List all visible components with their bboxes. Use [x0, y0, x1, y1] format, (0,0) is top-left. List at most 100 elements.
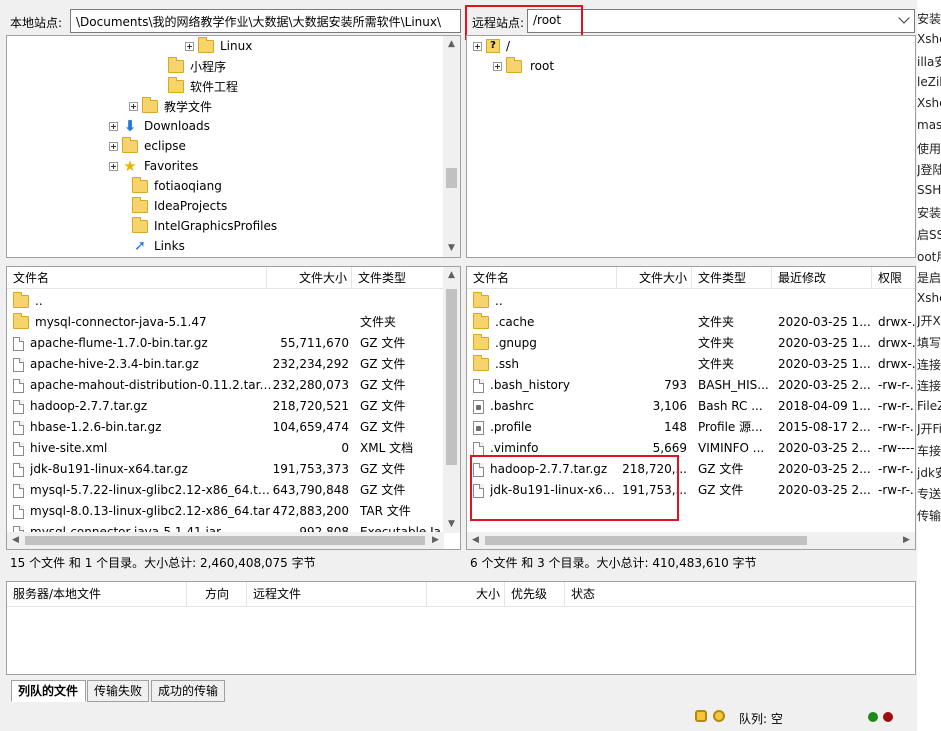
file-modified: 2020-03-25 2... — [778, 378, 870, 392]
remote-file-row[interactable]: .. — [467, 291, 915, 312]
queue-column-remote-file[interactable]: 远程文件 — [247, 582, 427, 607]
file-type: GZ 文件 — [360, 399, 406, 413]
local-tree-item[interactable]: Linux — [185, 36, 252, 56]
local-tree-item[interactable]: ➚ Links — [119, 236, 185, 256]
scroll-up-icon[interactable]: ▲ — [443, 267, 460, 284]
transfer-queue[interactable]: 服务器/本地文件 方向 远程文件 大小 优先级 状态 — [6, 581, 916, 675]
local-file-list[interactable]: 文件名 文件大小 文件类型 .. mysql-connector-java-5.1… — [6, 266, 461, 550]
queue-column-priority[interactable]: 优先级 — [505, 582, 565, 607]
local-tree-item[interactable]: ★ Favorites — [109, 156, 198, 176]
file-size — [617, 354, 687, 375]
scroll-left-icon[interactable]: ◀ — [467, 532, 484, 549]
local-file-row[interactable]: .. — [7, 291, 460, 312]
column-header-name[interactable]: 文件名 — [7, 267, 267, 289]
local-file-row[interactable]: hive-site.xml 0 XML 文档 — [7, 438, 460, 459]
remote-path-input[interactable]: /root — [527, 9, 915, 33]
local-file-row[interactable]: apache-flume-1.7.0-bin.tar.gz 55,711,670 G… — [7, 333, 460, 354]
local-tree-item[interactable]: 小程序 — [155, 56, 226, 76]
expand-icon[interactable] — [129, 101, 138, 111]
file-size — [267, 291, 349, 312]
local-tree-item[interactable]: IntelGraphicsProfiles — [119, 216, 277, 236]
local-tree-item[interactable]: 软件工程 — [155, 76, 238, 96]
background-text-fragment: mast — [917, 118, 941, 132]
remote-tree-pane[interactable]: ? / root — [466, 35, 916, 258]
remote-tree-item-root[interactable]: root — [493, 56, 554, 76]
file-size: 793 — [664, 378, 687, 392]
uploaded-files-highlight — [470, 455, 679, 521]
tree-label: 教学文件 — [164, 99, 213, 114]
tab-failed-transfers[interactable]: 传输失败 — [87, 680, 149, 702]
remote-list-hscrollbar[interactable]: ◀ ▶ — [467, 532, 915, 549]
scroll-right-icon[interactable]: ▶ — [427, 532, 444, 549]
scroll-thumb[interactable] — [446, 289, 457, 465]
local-file-row[interactable]: mysql-connector-java-5.1.47 文件夹 — [7, 312, 460, 333]
file-type: GZ 文件 — [698, 462, 744, 476]
local-file-row[interactable]: hadoop-2.7.7.tar.gz 218,720,521 GZ 文件 — [7, 396, 460, 417]
queue-column-size[interactable]: 大小 — [427, 582, 505, 607]
scroll-down-icon[interactable]: ▼ — [443, 240, 460, 257]
local-tree-item[interactable]: IdeaProjects — [119, 196, 227, 216]
remote-file-row[interactable]: .cache 文件夹 2020-03-25 1... drwx-... — [467, 312, 915, 333]
remote-tree-root[interactable]: ? / — [473, 36, 510, 56]
remote-file-row[interactable]: .gnupg 文件夹 2020-03-25 1... drwx-... — [467, 333, 915, 354]
local-path-input[interactable]: \Documents\我的网络教学作业\大数据\大数据安装所需软件\Linux\ — [70, 9, 461, 33]
local-file-row[interactable]: apache-hive-2.3.4-bin.tar.gz 232,234,292 G… — [7, 354, 460, 375]
collapse-icon[interactable] — [473, 41, 482, 51]
folder-icon — [13, 292, 29, 308]
expand-icon[interactable] — [109, 121, 118, 131]
local-tree-pane[interactable]: Linux 小程序 软件工程教学文件 ⬇ Downloads eclipse ★ Favori… — [6, 35, 461, 258]
local-file-row[interactable]: hbase-1.2.6-bin.tar.gz 104,659,474 GZ 文件 — [7, 417, 460, 438]
file-type: GZ 文件 — [360, 483, 406, 497]
folder-icon — [168, 76, 184, 93]
scroll-down-icon[interactable]: ▼ — [443, 516, 460, 533]
column-header-name[interactable]: 文件名 — [467, 267, 617, 289]
local-file-row[interactable]: jdk-8u191-linux-x64.tar.gz 191,753,373 GZ … — [7, 459, 460, 480]
scroll-thumb[interactable] — [25, 536, 425, 545]
queue-column-local-file[interactable]: 服务器/本地文件 — [7, 582, 187, 607]
tab-successful-transfers[interactable]: 成功的传输 — [151, 680, 225, 702]
file-permissions: -rw-r-... — [878, 462, 915, 476]
queue-column-direction[interactable]: 方向 — [187, 582, 247, 607]
file-type: Profile 源... — [698, 420, 763, 434]
scroll-left-icon[interactable]: ◀ — [7, 532, 24, 549]
column-header-permissions[interactable]: 权限 — [872, 267, 915, 289]
scroll-up-icon[interactable]: ▲ — [443, 36, 460, 53]
expand-icon[interactable] — [185, 41, 194, 51]
file-icon — [13, 336, 24, 351]
remote-file-row[interactable]: .bashrc 3,106 Bash RC ... 2018-04-09 1... -r… — [467, 396, 915, 417]
local-list-scrollbar[interactable]: ▲ ▼ — [443, 267, 460, 533]
remote-file-row[interactable]: .bash_history 793 BASH_HIS... 2020-03-25 2.… — [467, 375, 915, 396]
expand-icon[interactable] — [109, 141, 118, 151]
scroll-thumb[interactable] — [485, 536, 807, 545]
column-header-type[interactable]: 文件类型 — [692, 267, 772, 289]
file-type: 文件夹 — [698, 336, 735, 350]
file-type: GZ 文件 — [698, 483, 744, 497]
file-size: 232,234,292 — [272, 357, 349, 371]
file-icon — [13, 357, 24, 372]
remote-file-list[interactable]: 文件名 文件大小 文件类型 最近修改 权限 .. .cache 文件夹 2020-03… — [466, 266, 916, 550]
column-header-modified[interactable]: 最近修改 — [772, 267, 872, 289]
local-tree-item[interactable]: eclipse — [109, 136, 186, 156]
local-tree-item[interactable]: fotiaoqiang — [119, 176, 222, 196]
expand-icon[interactable] — [493, 61, 502, 71]
file-type: BASH_HIS... — [698, 378, 769, 392]
remote-file-row[interactable]: .ssh 文件夹 2020-03-25 1... drwx-... — [467, 354, 915, 375]
remote-file-row[interactable]: .profile 148 Profile 源... 2015-08-17 2... -r… — [467, 417, 915, 438]
local-tree-item[interactable]: 教学文件 — [129, 96, 212, 116]
column-header-size[interactable]: 文件大小 — [617, 267, 692, 289]
expand-icon[interactable] — [109, 161, 118, 171]
scroll-right-icon[interactable]: ▶ — [898, 532, 915, 549]
folder-icon — [473, 313, 489, 329]
local-file-row[interactable]: mysql-8.0.13-linux-glibc2.12-x86_64.tar 4… — [7, 501, 460, 522]
file-name: .profile — [490, 420, 532, 434]
queue-column-status[interactable]: 状态 — [565, 582, 915, 607]
local-tree-item[interactable]: ⬇ Downloads — [109, 116, 210, 136]
tab-queued-files[interactable]: 列队的文件 — [11, 680, 86, 702]
column-header-size[interactable]: 文件大小 — [267, 267, 352, 289]
local-file-row[interactable]: apache-mahout-distribution-0.11.2.tar.gz… — [7, 375, 460, 396]
local-file-row[interactable]: mysql-5.7.22-linux-glibc2.12-x86_64.tar.… — [7, 480, 460, 501]
scroll-thumb[interactable] — [446, 168, 457, 188]
link-arrow-icon: ➚ — [134, 238, 146, 254]
local-list-hscrollbar[interactable]: ◀ ▶ — [7, 532, 444, 549]
local-tree-scrollbar[interactable]: ▲ ▼ — [443, 36, 460, 257]
